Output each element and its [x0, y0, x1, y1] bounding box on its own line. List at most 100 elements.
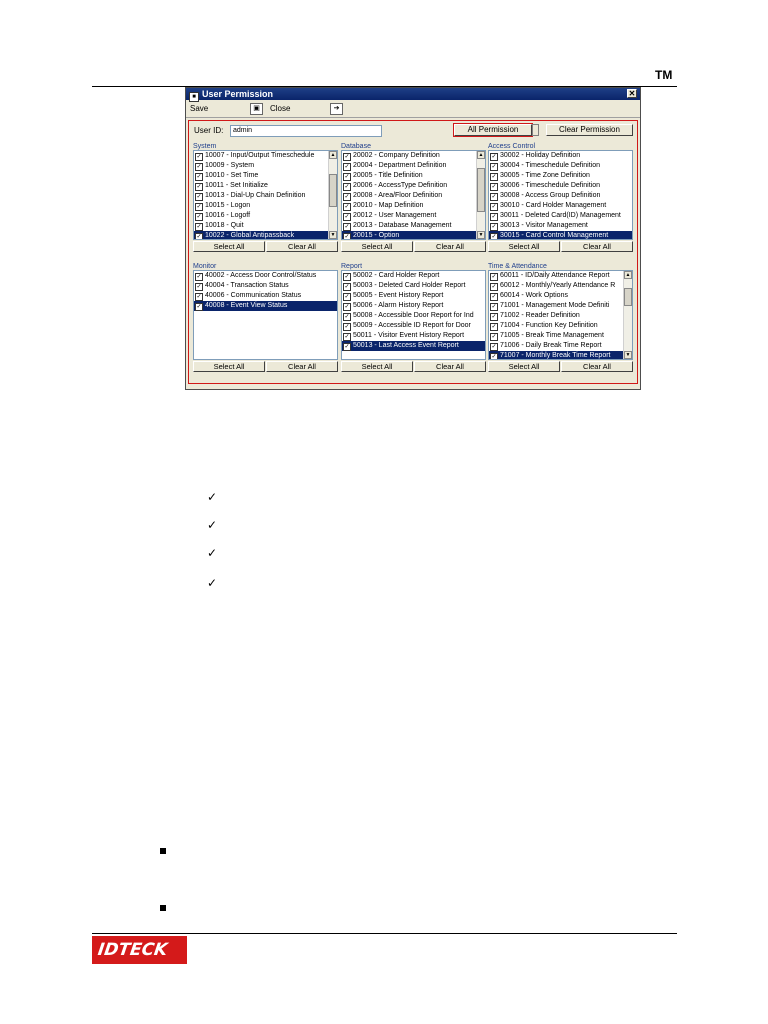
checkbox-icon[interactable]: ✓: [343, 233, 351, 239]
list-item[interactable]: ✓ 71001 - Management Mode Definiti: [489, 301, 623, 311]
select-all-button[interactable]: Select All: [193, 361, 265, 372]
list-item[interactable]: ✓ 50013 - Last Access Event Report: [342, 341, 485, 351]
scroll-thumb[interactable]: [624, 287, 632, 307]
checkbox-icon[interactable]: ✓: [195, 283, 203, 291]
checkbox-icon[interactable]: ✓: [195, 203, 203, 211]
close-button[interactable]: Close ➔: [268, 102, 343, 115]
clear-all-button[interactable]: Clear All: [266, 361, 338, 372]
list-item[interactable]: ✓ 60012 - Monthly/Yearly Attendance R: [489, 281, 623, 291]
list-item[interactable]: ✓ 30015 - Card Control Management: [489, 231, 632, 239]
checkbox-icon[interactable]: ✓: [195, 173, 203, 181]
list-item[interactable]: ✓ 50005 - Event History Report: [342, 291, 485, 301]
list-item[interactable]: ✓ 10011 - Set Initialize: [194, 181, 328, 191]
checkbox-icon[interactable]: ✓: [343, 173, 351, 181]
checkbox-icon[interactable]: ✓: [195, 223, 203, 231]
all-permission-button[interactable]: All Permission: [453, 123, 533, 137]
checkbox-icon[interactable]: ✓: [490, 343, 498, 351]
list-item[interactable]: ✓ 71002 - Reader Definition: [489, 311, 623, 321]
clear-permission-button[interactable]: Clear Permission: [546, 124, 633, 136]
list-item[interactable]: ✓ 40006 - Communication Status: [194, 291, 337, 301]
checkbox-icon[interactable]: ✓: [490, 323, 498, 331]
list-item[interactable]: ✓ 40004 - Transaction Status: [194, 281, 337, 291]
window-titlebar[interactable]: ■ User Permission ✕: [186, 88, 640, 102]
checkbox-icon[interactable]: ✓: [490, 353, 498, 359]
checkbox-icon[interactable]: ✓: [343, 193, 351, 201]
list-item[interactable]: ✓ 20013 - Database Management: [342, 221, 476, 231]
user-id-input[interactable]: admin: [230, 125, 382, 137]
checkbox-icon[interactable]: ✓: [343, 313, 351, 321]
checkbox-icon[interactable]: ✓: [343, 303, 351, 311]
list-item[interactable]: ✓ 30013 - Visitor Management: [489, 221, 632, 231]
list-item[interactable]: ✓ 50006 - Alarm History Report: [342, 301, 485, 311]
checkbox-icon[interactable]: ✓: [490, 303, 498, 311]
checkbox-icon[interactable]: ✓: [195, 153, 203, 161]
clear-all-button[interactable]: Clear All: [561, 361, 633, 372]
list-item[interactable]: ✓ 10018 - Quit: [194, 221, 328, 231]
checkbox-icon[interactable]: ✓: [490, 183, 498, 191]
checkbox-icon[interactable]: ✓: [490, 313, 498, 321]
permission-listbox[interactable]: ✓ 60011 - ID/Daily Attendance Report ✓ 6001…: [488, 270, 633, 360]
scroll-down-icon[interactable]: ▼: [477, 231, 485, 239]
checkbox-icon[interactable]: ✓: [343, 343, 351, 351]
list-item[interactable]: ✓ 60014 - Work Options: [489, 291, 623, 301]
list-item[interactable]: ✓ 30010 - Card Holder Management: [489, 201, 632, 211]
vertical-scrollbar[interactable]: ▲ ▼: [476, 151, 485, 239]
checkbox-icon[interactable]: ✓: [195, 293, 203, 301]
checkbox-icon[interactable]: ✓: [195, 233, 203, 239]
checkbox-icon[interactable]: ✓: [195, 193, 203, 201]
vertical-scrollbar[interactable]: ▲ ▼: [328, 151, 337, 239]
checkbox-icon[interactable]: ✓: [343, 153, 351, 161]
permission-listbox[interactable]: ✓ 20002 - Company Definition ✓ 20004 - Depa…: [341, 150, 486, 240]
select-all-button[interactable]: Select All: [341, 361, 413, 372]
list-item[interactable]: ✓ 10009 - System: [194, 161, 328, 171]
checkbox-icon[interactable]: ✓: [343, 163, 351, 171]
list-item[interactable]: ✓ 30006 - Timeschedule Definition: [489, 181, 632, 191]
checkbox-icon[interactable]: ✓: [490, 203, 498, 211]
select-all-button[interactable]: Select All: [193, 241, 265, 252]
scroll-up-icon[interactable]: ▲: [624, 271, 632, 279]
checkbox-icon[interactable]: ✓: [490, 223, 498, 231]
scroll-thumb[interactable]: [329, 173, 337, 208]
list-item[interactable]: ✓ 10022 - Global Antipassback: [194, 231, 328, 239]
checkbox-icon[interactable]: ✓: [195, 273, 203, 281]
list-item[interactable]: ✓ 10013 - Dial-Up Chain Definition: [194, 191, 328, 201]
checkbox-icon[interactable]: ✓: [195, 213, 203, 221]
clear-all-button[interactable]: Clear All: [414, 361, 486, 372]
checkbox-icon[interactable]: ✓: [343, 183, 351, 191]
checkbox-icon[interactable]: ✓: [343, 283, 351, 291]
list-item[interactable]: ✓ 71006 - Daily Break Time Report: [489, 341, 623, 351]
list-item[interactable]: ✓ 20006 - AccessType Definition: [342, 181, 476, 191]
checkbox-icon[interactable]: ✓: [343, 293, 351, 301]
list-item[interactable]: ✓ 71007 - Monthly Break Time Report: [489, 351, 623, 359]
checkbox-icon[interactable]: ✓: [343, 273, 351, 281]
checkbox-icon[interactable]: ✓: [195, 303, 203, 311]
list-item[interactable]: ✓ 20004 - Department Definition: [342, 161, 476, 171]
checkbox-icon[interactable]: ✓: [343, 213, 351, 221]
list-item[interactable]: ✓ 40002 - Access Door Control/Status: [194, 271, 337, 281]
scroll-down-icon[interactable]: ▼: [329, 231, 337, 239]
list-item[interactable]: ✓ 20010 - Map Definition: [342, 201, 476, 211]
list-item[interactable]: ✓ 20012 - User Management: [342, 211, 476, 221]
list-item[interactable]: ✓ 20005 - Title Definition: [342, 171, 476, 181]
checkbox-icon[interactable]: ✓: [490, 193, 498, 201]
scroll-up-icon[interactable]: ▲: [329, 151, 337, 159]
vertical-scrollbar[interactable]: ▲ ▼: [623, 271, 632, 359]
permission-listbox[interactable]: ✓ 50002 - Card Holder Report ✓ 50003 - Dele…: [341, 270, 486, 360]
scroll-up-icon[interactable]: ▲: [477, 151, 485, 159]
save-button[interactable]: Save ▣: [188, 102, 263, 115]
checkbox-icon[interactable]: ✓: [490, 233, 498, 239]
list-item[interactable]: ✓ 50002 - Card Holder Report: [342, 271, 485, 281]
checkbox-icon[interactable]: ✓: [490, 273, 498, 281]
permission-listbox[interactable]: ✓ 30002 - Holiday Definition ✓ 30004 - Time…: [488, 150, 633, 240]
select-all-button[interactable]: Select All: [488, 241, 560, 252]
clear-all-button[interactable]: Clear All: [266, 241, 338, 252]
checkbox-icon[interactable]: ✓: [490, 153, 498, 161]
checkbox-icon[interactable]: ✓: [490, 163, 498, 171]
checkbox-icon[interactable]: ✓: [490, 333, 498, 341]
list-item[interactable]: ✓ 50003 - Deleted Card Holder Report: [342, 281, 485, 291]
list-item[interactable]: ✓ 10015 - Logon: [194, 201, 328, 211]
checkbox-icon[interactable]: ✓: [490, 213, 498, 221]
checkbox-icon[interactable]: ✓: [490, 173, 498, 181]
clear-all-button[interactable]: Clear All: [561, 241, 633, 252]
list-item[interactable]: ✓ 20015 - Option: [342, 231, 476, 239]
